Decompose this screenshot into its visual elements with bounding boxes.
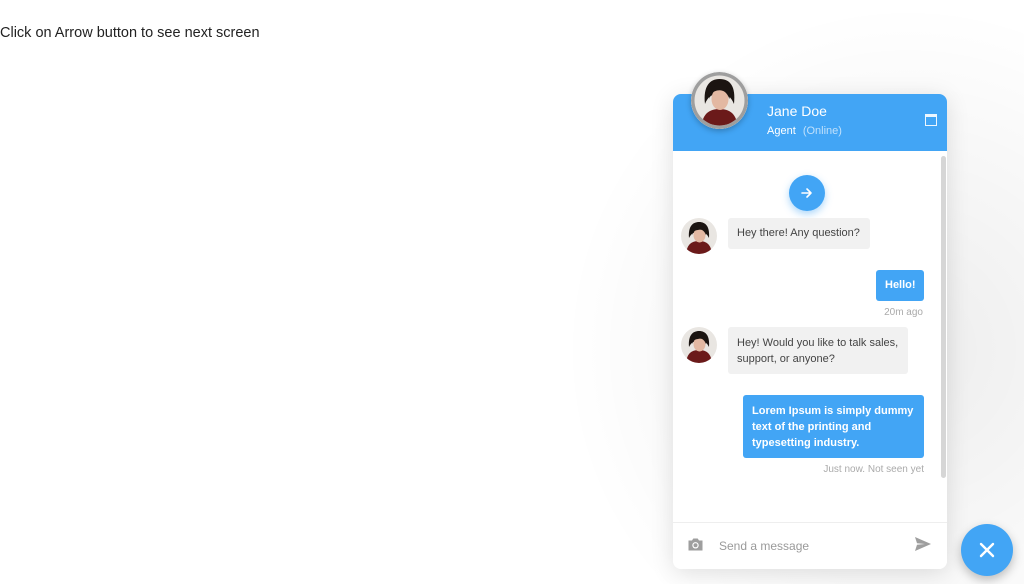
- incoming-message: Hey there! Any question?: [728, 218, 870, 249]
- outgoing-message: Hello!: [876, 270, 924, 301]
- instruction-text: Click on Arrow button to see next screen: [0, 25, 260, 41]
- agent-avatar: [681, 218, 717, 254]
- camera-icon[interactable]: [687, 537, 704, 557]
- incoming-message: Hey! Would you like to talk sales, suppo…: [728, 327, 908, 374]
- chat-widget: Jane Doe Agent (Online) Hey there! Any q…: [673, 94, 947, 569]
- window-icon[interactable]: [925, 114, 937, 126]
- message-seen-status: Just now. Not seen yet: [823, 464, 924, 475]
- header-agent-avatar: [691, 72, 748, 129]
- agent-role: Agent: [767, 125, 796, 137]
- next-screen-button[interactable]: [789, 175, 825, 211]
- message-composer: [673, 522, 947, 569]
- message-timestamp: 20m ago: [884, 307, 923, 318]
- close-icon: [979, 542, 995, 558]
- agent-role-line: Agent (Online): [767, 125, 842, 137]
- message-input[interactable]: [717, 534, 901, 558]
- scrollbar[interactable]: [941, 156, 946, 478]
- send-icon[interactable]: [914, 536, 932, 557]
- arrow-right-icon: [801, 188, 812, 198]
- outgoing-message: Lorem Ipsum is simply dummy text of the …: [743, 395, 924, 458]
- agent-avatar: [681, 327, 717, 363]
- agent-status: (Online): [802, 125, 842, 137]
- close-chat-button[interactable]: [961, 524, 1013, 576]
- agent-name: Jane Doe: [767, 103, 827, 119]
